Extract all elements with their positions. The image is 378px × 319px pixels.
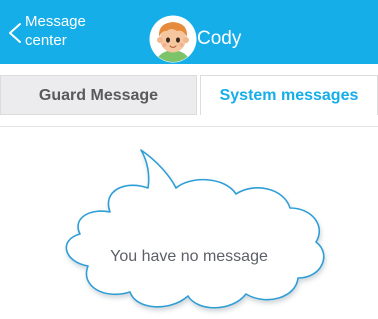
tab-guard-message[interactable]: Guard Message [0,75,197,115]
back-button[interactable]: Message center [6,12,116,54]
tab-system-messages[interactable]: System messages [200,75,378,115]
tab-label: System messages [219,87,359,104]
tab-divider [0,126,378,127]
child-avatar-icon[interactable] [149,15,197,63]
contact-name: Cody [197,28,242,49]
header-bar: Message center Cody [0,0,378,64]
empty-state-message: You have no message [110,248,268,265]
chevron-left-icon [9,23,21,43]
tab-bar: Guard Message System messages [0,64,378,128]
message-screen: Message center Cody Guard Message System… [0,0,378,319]
back-label: Message center [25,13,86,49]
tab-label: Guard Message [38,87,159,104]
speech-bubble-icon [65,149,325,309]
